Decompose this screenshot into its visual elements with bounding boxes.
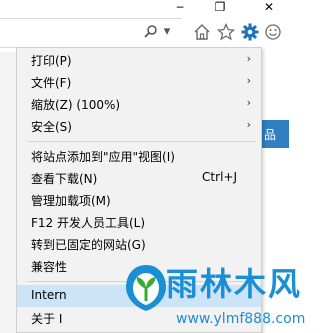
chevron-right-icon: › — [246, 118, 251, 131]
menu-item-manage-addons[interactable]: 管理加载项(M) — [17, 189, 261, 211]
menu-item-label: Intern — [31, 288, 67, 302]
menu-item-label: 将站点添加到"应用"视图(I) — [31, 150, 175, 164]
watermark: 雨林木风 www.ylmf888.com — [124, 259, 305, 333]
minimize-icon: ─ — [176, 0, 184, 14]
feedback-smiley-icon[interactable] — [263, 22, 283, 42]
page-content-left — [0, 52, 16, 333]
menu-item-label: 关于 I — [31, 312, 63, 326]
menu-item-shortcut: Ctrl+J — [202, 170, 237, 184]
watermark-url: www.ylmf888.com — [176, 311, 306, 327]
close-window-button[interactable]: ✕ — [249, 0, 289, 14]
menu-item-label: 查看下载(N) — [31, 172, 98, 186]
menu-item-label: 兼容性 — [31, 260, 68, 274]
menu-item-label: 管理加载项(M) — [31, 194, 111, 208]
menu-item-view-downloads[interactable]: 查看下载(N) Ctrl+J — [17, 167, 261, 189]
watermark-title: 雨林木风 — [166, 265, 303, 303]
title-bar: ─ ❐ ✕ — [0, 0, 289, 14]
menu-item-zoom[interactable]: 缩放(Z) (100%) › — [17, 93, 261, 115]
chevron-right-icon: › — [246, 52, 251, 65]
menu-item-add-site-to-apps[interactable]: 将站点添加到"应用"视图(I) — [17, 145, 261, 167]
menu-item-label: F12 开发人员工具(L) — [31, 216, 146, 230]
chevron-right-icon: › — [246, 74, 251, 87]
close-icon: ✕ — [263, 0, 275, 14]
address-dropdown-icon[interactable]: ▾ — [160, 23, 174, 39]
minimize-button[interactable]: ─ — [160, 0, 200, 14]
menu-item-label: 安全(S) — [31, 120, 72, 134]
favorites-star-icon[interactable] — [216, 22, 236, 42]
menu-item-label: 打印(P) — [31, 54, 72, 68]
menu-item-file[interactable]: 文件(F) › — [17, 71, 261, 93]
menu-separator — [27, 141, 255, 142]
chevron-down-icon: ▾ — [163, 23, 171, 39]
restore-button[interactable]: ❐ — [200, 0, 240, 14]
search-icon[interactable] — [144, 24, 158, 38]
menu-item-pinned-sites[interactable]: 转到已固定的网站(G) — [17, 233, 261, 255]
menu-item-label: 缩放(Z) (100%) — [31, 98, 121, 112]
menu-item-safety[interactable]: 安全(S) › — [17, 115, 261, 137]
page-side-link[interactable]: 品 — [262, 120, 289, 148]
menu-item-label: 转到已固定的网站(G) — [31, 238, 146, 252]
restore-icon: ❐ — [214, 0, 226, 14]
ylmf-logo-icon — [124, 263, 168, 313]
tools-gear-icon[interactable] — [240, 22, 260, 42]
chevron-right-icon: › — [246, 96, 251, 109]
menu-item-print[interactable]: 打印(P) › — [17, 49, 261, 71]
home-icon[interactable] — [192, 22, 212, 42]
menu-item-f12-devtools[interactable]: F12 开发人员工具(L) — [17, 211, 261, 233]
menu-item-label: 文件(F) — [31, 76, 72, 90]
